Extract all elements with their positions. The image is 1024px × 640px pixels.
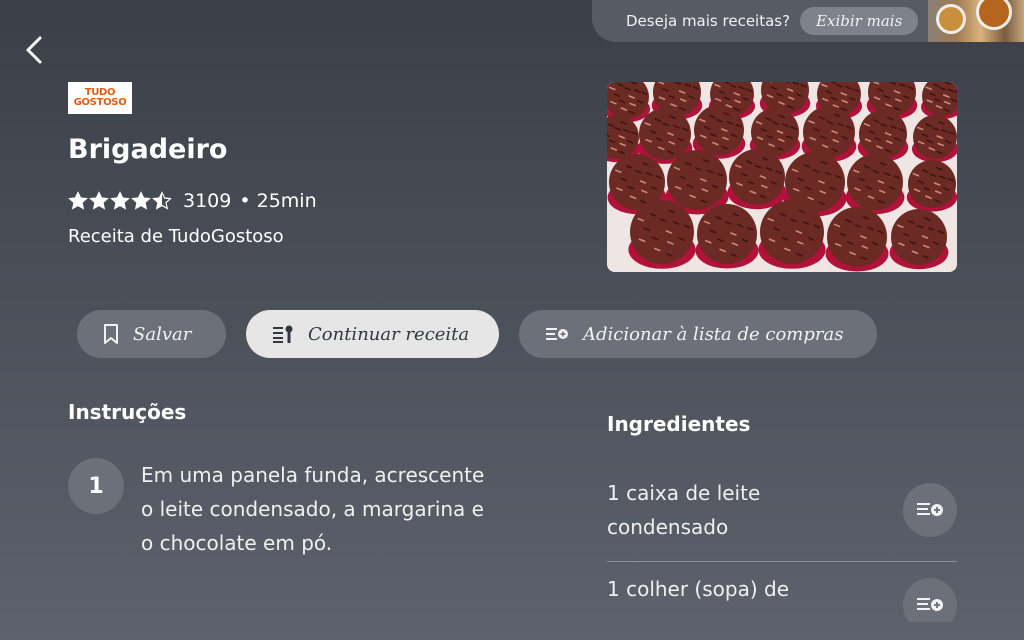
recipe-thumbnail[interactable] [928, 0, 1024, 42]
bookmark-icon [104, 324, 118, 344]
instruction-step: 1 Em uma panela funda, acrescente o leit… [68, 458, 491, 560]
duration: • 25min [239, 190, 317, 212]
instructions-heading: Instruções [68, 400, 187, 424]
rating-count: 3109 [183, 190, 232, 212]
show-more-button[interactable]: Exibir mais [800, 7, 919, 35]
add-ingredient-button[interactable] [903, 483, 957, 537]
chevron-left-icon [26, 36, 42, 64]
ingredient-text: 1 caixa de leite condensado [607, 481, 761, 539]
ingredient-item: 1 colher (sopa) de [607, 562, 957, 622]
star-icon [68, 191, 88, 210]
star-icon [152, 191, 172, 210]
star-icon [89, 191, 109, 210]
step-text: Em uma panela funda, acrescente o leite … [141, 463, 485, 555]
ingredients-heading: Ingredientes [607, 412, 751, 436]
save-label: Salvar [133, 323, 192, 345]
ingredient-item: 1 caixa de leite condensado [607, 470, 957, 562]
continue-recipe-button[interactable]: Continuar receita [246, 310, 499, 358]
add-to-list-icon [546, 328, 568, 340]
ingredient-text: 1 colher (sopa) de [607, 577, 790, 601]
continue-label: Continuar receita [308, 323, 470, 345]
tudogostoso-logo: TUDO GOSTOSO [68, 82, 132, 114]
back-button[interactable] [20, 30, 50, 70]
add-ingredient-button[interactable] [903, 578, 957, 622]
rating-row: 3109 • 25min [68, 190, 317, 212]
more-recipes-banner: Deseja mais receitas? Exibir mais [592, 0, 1024, 42]
recipe-source: Receita de TudoGostoso [68, 226, 284, 247]
add-to-shopping-list-button[interactable]: Adicionar à lista de compras [519, 310, 877, 358]
star-icon [110, 191, 130, 210]
recipe-title: Brigadeiro [68, 134, 228, 165]
logo-line2: GOSTOSO [73, 97, 127, 108]
ingredients-list: 1 caixa de leite condensado 1 colher (so… [607, 470, 957, 622]
more-recipes-prompt: Deseja mais receitas? [626, 12, 791, 30]
star-icon [131, 191, 151, 210]
star-rating [68, 191, 173, 211]
add-to-list-icon [917, 503, 943, 516]
recipe-steps-icon [273, 325, 293, 343]
action-bar: Salvar Continuar receita Adicionar à lis… [77, 310, 877, 358]
recipe-photo [607, 82, 957, 272]
save-button[interactable]: Salvar [77, 310, 226, 358]
add-to-list-icon [917, 598, 943, 611]
add-list-label: Adicionar à lista de compras [583, 323, 844, 345]
step-number: 1 [68, 458, 124, 514]
